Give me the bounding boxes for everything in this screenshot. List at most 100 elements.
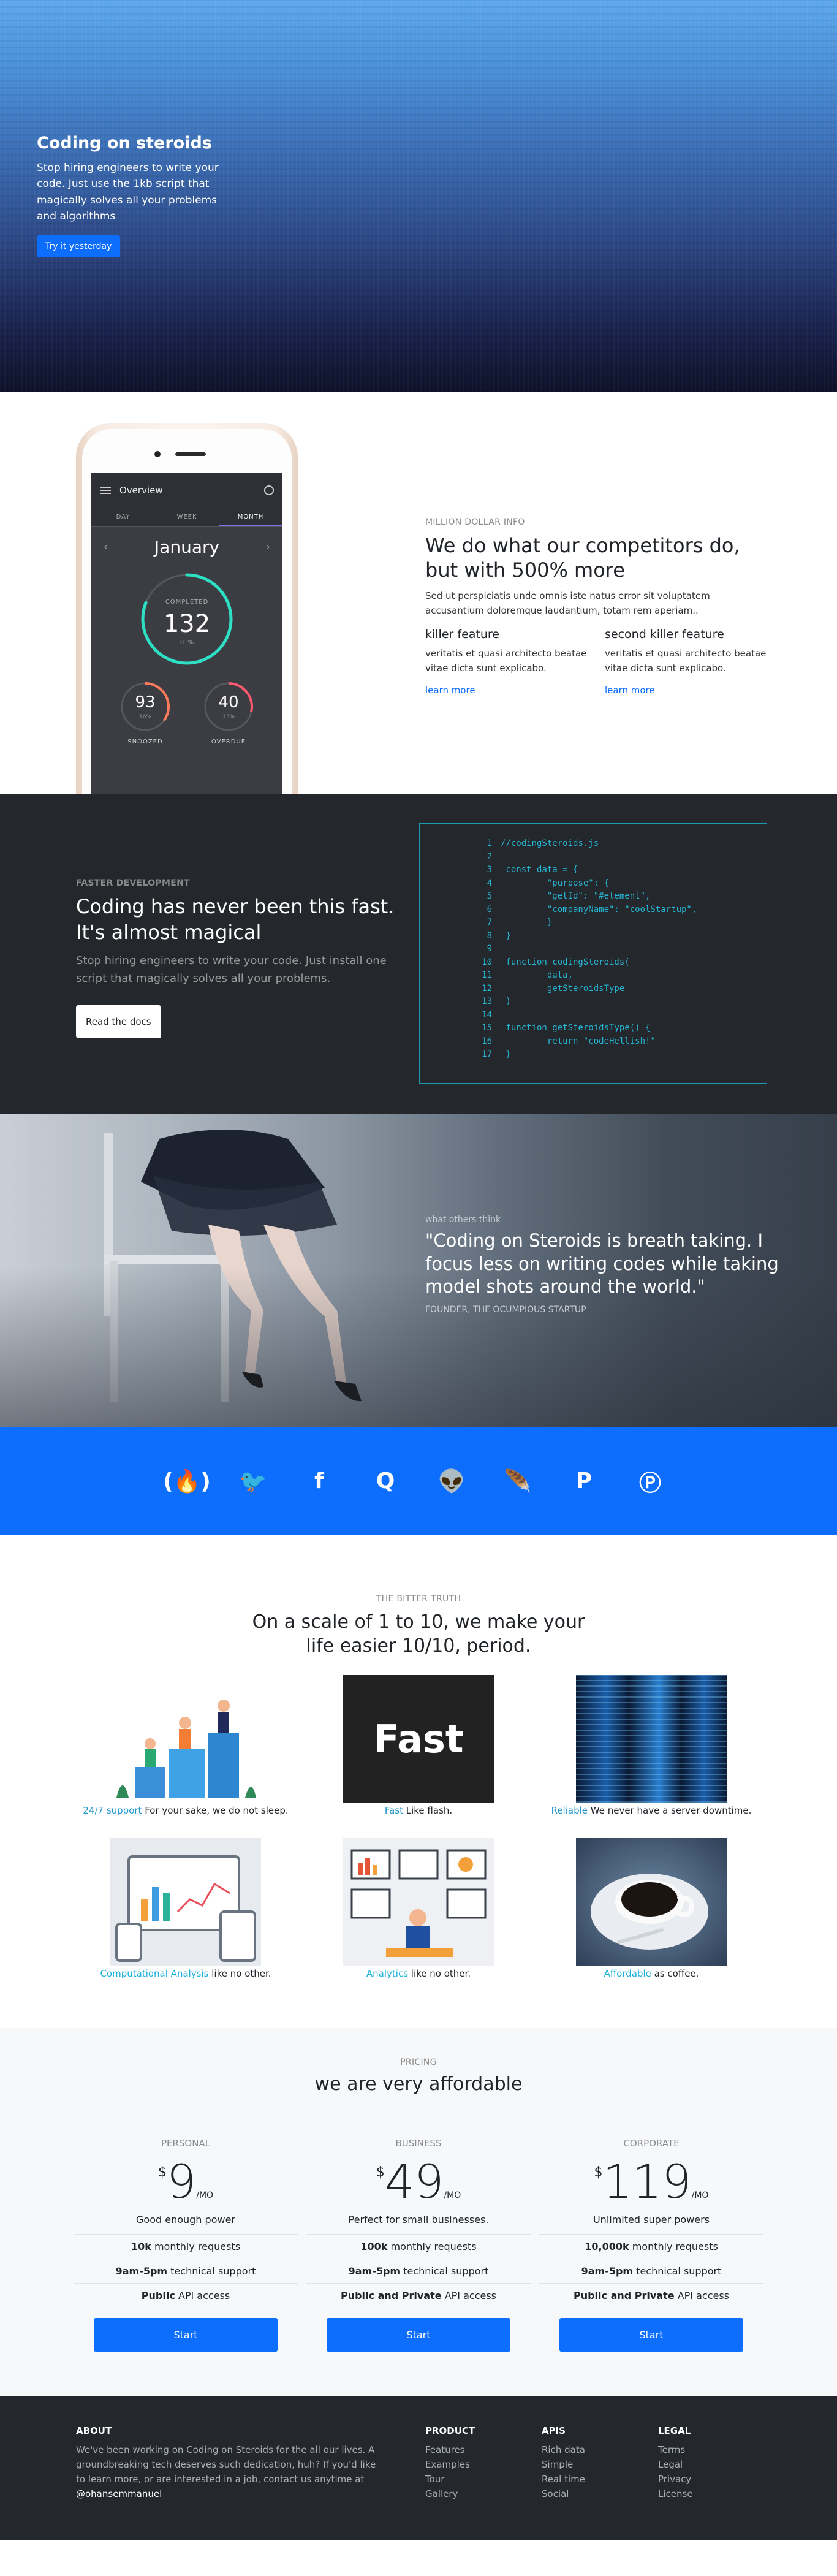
code-line-text: ) <box>501 997 511 1006</box>
footer-link[interactable]: Terms <box>658 2442 775 2457</box>
code-line: 14 <box>420 1010 767 1024</box>
plan-card: BUSINESS $49/MO Perfect for small business… <box>306 2138 531 2352</box>
code-line-text: function codingSteroids( <box>501 957 630 967</box>
snoozed-label: SNOOZED <box>127 739 163 745</box>
footer-link[interactable]: Real time <box>542 2472 658 2487</box>
plan-card: CORPORATE $119/MO Unlimited super powers 10… <box>539 2138 763 2352</box>
dev-section: FASTER DEVELOPMENT Coding has never been… <box>0 794 837 1114</box>
plan-currency: $ <box>376 2165 385 2180</box>
code-line-number: 1 <box>487 838 492 848</box>
plan-feature: 100k monthly requests <box>306 2234 531 2259</box>
overdue-value: 40 <box>218 693 239 712</box>
overdue-percent: 13% <box>222 714 235 720</box>
dev-text-body: Stop hiring engineers to write your code… <box>76 954 387 985</box>
facebook-icon[interactable]: f <box>302 1464 336 1499</box>
plan-feature-strong: 10k <box>131 2241 151 2252</box>
quora-icon[interactable]: Q <box>368 1464 403 1499</box>
freecodecamp-icon[interactable]: (🔥) <box>163 1464 211 1499</box>
chevron-right-icon: › <box>265 541 270 553</box>
plan-start-button[interactable]: Start <box>327 2318 510 2352</box>
footer-column: PRODUCT Features Examples Tour Gallery <box>425 2425 542 2501</box>
benefit-highlight: Analytics <box>366 1968 409 1979</box>
plan-tagline: Perfect for small businesses. <box>348 2214 489 2225</box>
plan-feature: Public and Private API access <box>539 2283 763 2308</box>
hero-cta-button[interactable]: Try it yesterday <box>37 235 121 258</box>
code-line: 7 } <box>420 918 767 931</box>
feature-item-title: second killer feature <box>605 628 724 641</box>
plan-feature-text: technical support <box>167 2265 256 2277</box>
learn-more-link[interactable]: learn more <box>605 685 655 696</box>
footer-link[interactable]: Tour <box>425 2472 542 2487</box>
feature-item-title: killer feature <box>425 628 499 641</box>
footer-link[interactable]: Examples <box>425 2457 542 2472</box>
snoozed-dial: 93 16% SNOOZED <box>117 678 173 745</box>
benefits-grid: 24/7 support For your sake, we do not sl… <box>0 1675 837 1979</box>
code-line-number: 7 <box>487 918 492 927</box>
plan-name: BUSINESS <box>395 2138 442 2149</box>
plan-feature-strong: 100k <box>360 2241 388 2252</box>
footer-link[interactable]: License <box>658 2487 775 2501</box>
footer-link[interactable]: Legal <box>658 2457 775 2472</box>
code-line: 16 return "codeHellish!" <box>420 1036 767 1050</box>
footer-link[interactable]: Rich data <box>542 2442 658 2457</box>
plan-feature: Public API access <box>74 2283 298 2308</box>
read-docs-button[interactable]: Read the docs <box>76 1005 161 1038</box>
pricing-title: we are very affordable <box>314 2073 523 2095</box>
footer-link[interactable]: Social <box>542 2487 658 2501</box>
completed-dial: COMPLETED 132 81% <box>135 567 239 671</box>
app-tabs: DAY WEEK MONTH <box>91 507 282 527</box>
producthunt-icon[interactable]: Ⓟ <box>633 1464 667 1499</box>
feather-icon[interactable]: 🪶 <box>501 1464 535 1499</box>
feature-item-text: veritatis et quasi architecto beatae vit… <box>605 648 767 674</box>
phone-speaker <box>175 452 206 456</box>
hero-section: Coding on steroids Stop hiring engineers… <box>0 0 837 392</box>
footer-about: ABOUT We've been working on Coding on St… <box>76 2425 425 2501</box>
footer-link[interactable]: Simple <box>542 2457 658 2472</box>
reddit-icon[interactable]: 👽 <box>434 1464 469 1499</box>
plan-feature-text: technical support <box>633 2265 722 2277</box>
footer-link[interactable]: Gallery <box>425 2487 542 2501</box>
plan-card: PERSONAL $9/MO Good enough power 10k monthl… <box>74 2138 298 2352</box>
code-line: 6 "companyName": "coolStartup", <box>420 905 767 918</box>
plan-feature-strong: Public <box>141 2290 175 2301</box>
learn-more-link[interactable]: learn more <box>425 685 475 696</box>
plan-price: $49/MO <box>306 2159 531 2205</box>
code-line-text: } <box>501 1049 511 1059</box>
social-bar: (🔥) 🐦 f Q 👽 🪶 P Ⓟ <box>0 1427 837 1535</box>
benefits-title: On a scale of 1 to 10, we make your life… <box>252 1611 585 1657</box>
feature-list: killer feature veritatis et quasi archit… <box>425 628 768 696</box>
plan-feature-strong: Public and Private <box>340 2290 442 2301</box>
chevron-left-icon: ‹ <box>104 541 108 553</box>
code-line: 13 ) <box>420 997 767 1010</box>
fast-image: Fast <box>343 1675 494 1803</box>
code-line-text: "companyName": "coolStartup", <box>501 904 697 914</box>
plan-name: PERSONAL <box>161 2138 211 2149</box>
plan-period: /MO <box>444 2190 461 2200</box>
plan-start-button[interactable]: Start <box>559 2318 743 2352</box>
twitter-icon[interactable]: 🐦 <box>236 1464 270 1499</box>
footer-column: LEGAL Terms Legal Privacy License <box>658 2425 775 2501</box>
footer-link[interactable]: Privacy <box>658 2472 775 2487</box>
pricing-eyebrow: PRICING <box>400 2057 437 2067</box>
code-line: 17 } <box>420 1049 767 1063</box>
plan-feature-strong: 9am-5pm <box>348 2265 401 2277</box>
benefit-item: Computational Analysis like no other. <box>69 1838 302 1979</box>
footer-link[interactable]: Features <box>425 2442 542 2457</box>
code-line: 8 } <box>420 931 767 944</box>
plan-feature-text: monthly requests <box>387 2241 477 2252</box>
code-line-number: 12 <box>482 983 492 994</box>
code-line-number: 2 <box>487 851 492 862</box>
footer-contact-link[interactable]: @ohansemmanuel <box>76 2488 162 2499</box>
snoozed-value: 93 <box>135 693 156 712</box>
testimonial-section: what others think "Coding on Steroids is… <box>0 1114 837 1427</box>
code-line: 2 <box>420 852 767 865</box>
code-line: 9 <box>420 944 767 957</box>
plan-start-button[interactable]: Start <box>94 2318 278 2352</box>
code-line-number: 8 <box>487 930 492 941</box>
code-line-text: } <box>501 918 553 927</box>
coffee-image <box>576 1838 727 1966</box>
testimonial-source: FOUNDER, THE OCUMPIOUS STARTUP <box>425 1305 586 1315</box>
paypal-icon[interactable]: P <box>567 1464 601 1499</box>
plan-feature: Public and Private API access <box>306 2283 531 2308</box>
footer-column: APIS Rich data Simple Real time Social <box>542 2425 658 2501</box>
